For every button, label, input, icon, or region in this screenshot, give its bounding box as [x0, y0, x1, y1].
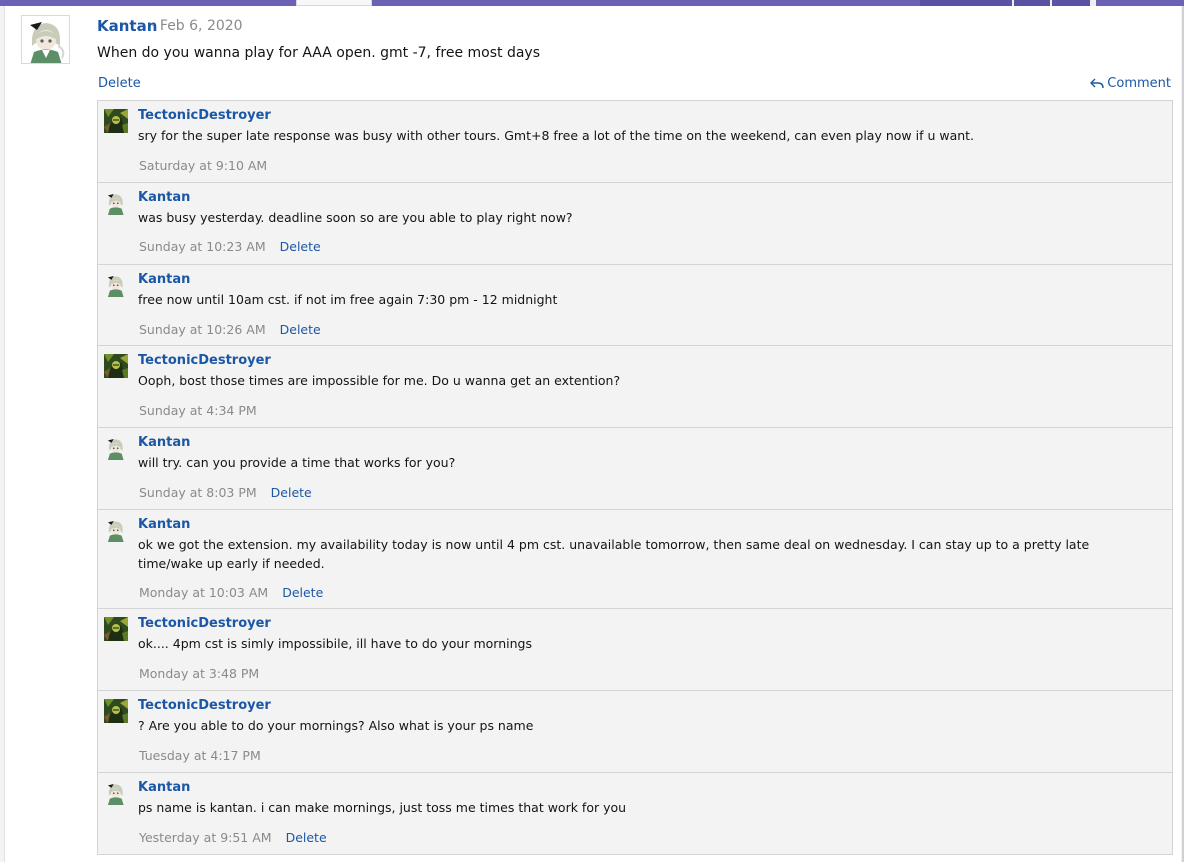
- post-comment-label: Comment: [1107, 76, 1171, 91]
- kantan-avatar-icon: [22, 16, 69, 63]
- post-comment-link[interactable]: Comment: [1090, 76, 1171, 91]
- comment-author[interactable]: TectonicDestroyer: [138, 108, 271, 123]
- tectonic-avatar-icon[interactable]: [104, 699, 128, 723]
- comment-meta: Sunday at 4:34 PM: [139, 403, 257, 418]
- comment-author[interactable]: Kantan: [138, 190, 190, 205]
- comment-timestamp: Sunday at 10:23 AM: [139, 239, 266, 254]
- comment-meta: Monday at 10:03 AM Delete: [139, 585, 323, 600]
- comment-timestamp: Tuesday at 4:17 PM: [139, 748, 261, 763]
- comment-timestamp: Sunday at 10:26 AM: [139, 322, 266, 337]
- tectonic-avatar-icon[interactable]: [104, 109, 128, 133]
- comment-text: sry for the super late response was busy…: [138, 128, 975, 143]
- comment-meta: Sunday at 10:26 AM Delete: [139, 322, 321, 337]
- comment-timestamp: Monday at 10:03 AM: [139, 585, 269, 600]
- comment-delete-link[interactable]: Delete: [280, 322, 321, 337]
- comment-author[interactable]: Kantan: [138, 272, 190, 287]
- comment-timestamp: Sunday at 8:03 PM: [139, 485, 257, 500]
- comment-item: Kantan ok we got the extension. my availa…: [98, 510, 1172, 609]
- comment-item: TectonicDestroyer ok.... 4pm cst is simly…: [98, 609, 1172, 691]
- comment-meta: Sunday at 8:03 PM Delete: [139, 485, 312, 500]
- comment-timestamp: Monday at 3:48 PM: [139, 666, 260, 681]
- comment-timestamp: Sunday at 4:34 PM: [139, 403, 257, 418]
- comment-text: ok we got the extension. my availability…: [138, 537, 1090, 571]
- post-author-name[interactable]: Kantan: [97, 17, 157, 35]
- comment-author[interactable]: TectonicDestroyer: [138, 353, 271, 368]
- profile-post: Kantan · Feb 6, 2020 When do you wanna p…: [4, 6, 1181, 862]
- reply-arrow-icon: [1090, 77, 1104, 90]
- comment-item: TectonicDestroyer sry for the super late …: [98, 101, 1172, 183]
- comment-delete-link[interactable]: Delete: [286, 830, 327, 845]
- comment-text: free now until 10am cst. if not im free …: [138, 292, 558, 307]
- comment-delete-link[interactable]: Delete: [282, 585, 323, 600]
- comment-meta: Monday at 3:48 PM: [139, 666, 259, 681]
- comment-text: will try. can you provide a time that wo…: [138, 455, 456, 470]
- comment-delete-link[interactable]: Delete: [280, 239, 321, 254]
- comment-meta: Saturday at 9:10 AM: [139, 158, 267, 173]
- kantan-avatar-icon[interactable]: [104, 191, 128, 215]
- tectonic-avatar-icon[interactable]: [104, 617, 128, 641]
- comment-item: TectonicDestroyer Ooph, bost those times …: [98, 346, 1172, 428]
- comment-timestamp: Saturday at 9:10 AM: [139, 158, 268, 173]
- comment-item: Kantan will try. can you provide a time t…: [98, 428, 1172, 510]
- kantan-avatar-icon[interactable]: [104, 436, 128, 460]
- kantan-avatar-icon[interactable]: [104, 273, 128, 297]
- comment-author[interactable]: Kantan: [138, 435, 190, 450]
- comment-author[interactable]: TectonicDestroyer: [138, 616, 271, 631]
- comment-item: Kantan free now until 10am cst. if not im…: [98, 265, 1172, 346]
- comment-meta: Tuesday at 4:17 PM: [139, 748, 261, 763]
- comment-text: Ooph, bost those times are impossible fo…: [138, 373, 621, 388]
- post-author-avatar[interactable]: [21, 15, 70, 64]
- comment-item: TectonicDestroyer ? Are you able to do yo…: [98, 691, 1172, 773]
- comment-meta: Sunday at 10:23 AM Delete: [139, 239, 321, 254]
- comment-author[interactable]: Kantan: [138, 780, 190, 795]
- comment-author[interactable]: Kantan: [138, 517, 190, 532]
- kantan-avatar-icon[interactable]: [104, 781, 128, 805]
- comment-text: was busy yesterday. deadline soon so are…: [138, 210, 573, 225]
- comment-text: ok.... 4pm cst is simly impossibile, ill…: [138, 636, 532, 651]
- tectonic-avatar-icon[interactable]: [104, 354, 128, 378]
- comment-timestamp: Yesterday at 9:51 AM: [139, 830, 272, 845]
- post-message: When do you wanna play for AAA open. gmt…: [97, 45, 540, 61]
- comment-item: Kantan was busy yesterday. deadline soon …: [98, 183, 1172, 265]
- comment-meta: Yesterday at 9:51 AM Delete: [139, 830, 327, 845]
- comment-delete-link[interactable]: Delete: [271, 485, 312, 500]
- comment-item: Kantan ps name is kantan. i can make morn…: [98, 773, 1172, 854]
- comment-thread: TectonicDestroyer sry for the super late …: [97, 100, 1173, 855]
- comment-text: ? Are you able to do your mornings? Also…: [138, 718, 534, 733]
- kantan-avatar-icon[interactable]: [104, 518, 128, 542]
- post-delete-link[interactable]: Delete: [98, 76, 141, 91]
- comment-text: ps name is kantan. i can make mornings, …: [138, 800, 627, 815]
- comment-author[interactable]: TectonicDestroyer: [138, 698, 271, 713]
- post-date: · Feb 6, 2020: [151, 18, 243, 34]
